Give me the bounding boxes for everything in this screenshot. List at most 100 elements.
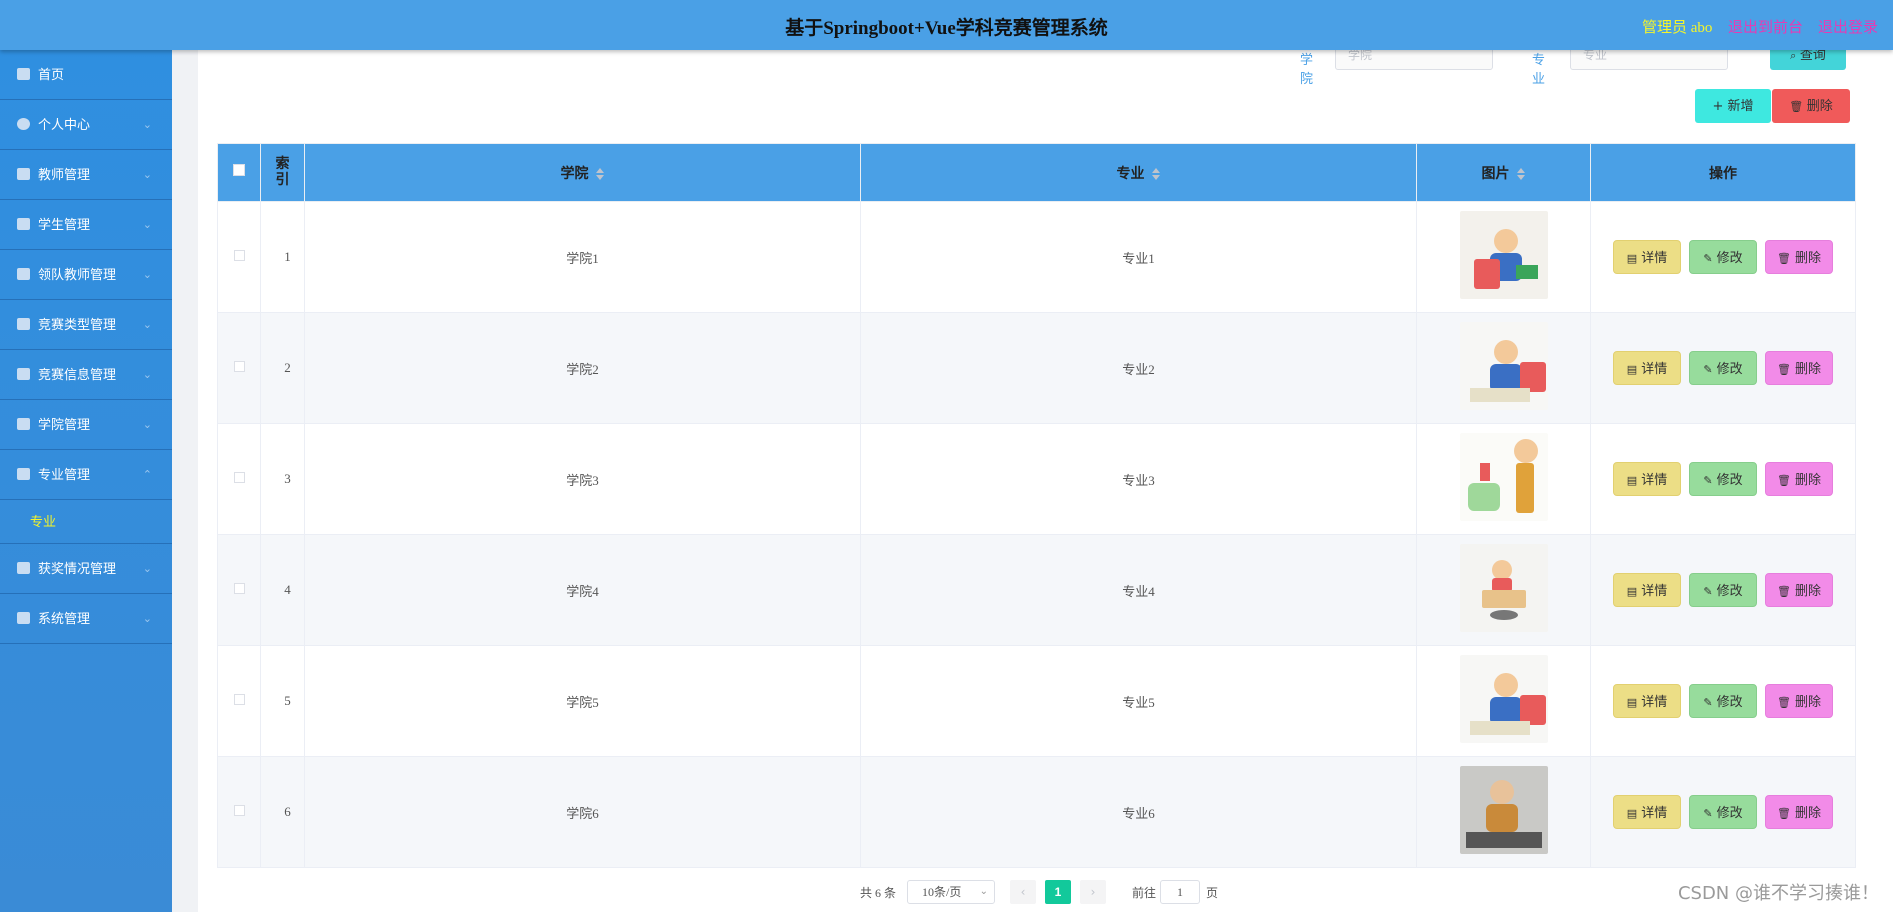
chevron-right-icon: › — [1090, 885, 1096, 899]
edit-button[interactable]: ✎ 修改 — [1689, 573, 1757, 607]
row-major: 专业1 — [860, 201, 1417, 313]
sidebar-item-students[interactable]: 学生管理 ⌄ — [0, 200, 172, 250]
sidebar-item-label: 专业管理 — [38, 467, 91, 482]
edit-button[interactable]: ✎ 修改 — [1689, 462, 1757, 496]
row-index: 5 — [260, 645, 305, 757]
sidebar-item-majors[interactable]: 专业管理 ⌃ — [0, 450, 172, 500]
sidebar-item-colleges[interactable]: 学院管理 ⌄ — [0, 400, 172, 450]
sidebar-item-label: 学院管理 — [38, 417, 91, 432]
row-image-cell — [1416, 756, 1591, 868]
sidebar-item-lead-teachers[interactable]: 领队教师管理 ⌄ — [0, 250, 172, 300]
col-major[interactable]: 专业 — [860, 143, 1417, 202]
books-stack — [1515, 265, 1538, 279]
row-image-cell — [1416, 534, 1591, 646]
search-icon: ⌕ — [1790, 49, 1800, 62]
detail-button[interactable]: ▤ 详情 — [1613, 684, 1681, 718]
detail-button[interactable]: ▤ 详情 — [1613, 462, 1681, 496]
goto-page-input[interactable]: 1 — [1160, 880, 1200, 904]
page-number-current[interactable]: 1 — [1045, 880, 1071, 904]
row-thumbnail[interactable] — [1459, 766, 1548, 854]
add-button[interactable]: + 新增 — [1695, 89, 1771, 123]
sidebar-item-contest-info[interactable]: 竞赛信息管理 ⌄ — [0, 350, 172, 400]
suitcase-icon — [17, 562, 30, 574]
trash-icon: 🗑 — [1789, 100, 1807, 113]
books-stack — [1465, 832, 1542, 848]
delete-button[interactable]: 🗑 删除 — [1765, 240, 1833, 274]
row-checkbox[interactable] — [233, 694, 245, 705]
edit-button[interactable]: ✎ 修改 — [1689, 795, 1757, 829]
row-checkbox[interactable] — [233, 805, 245, 816]
detail-button[interactable]: ▤ 详情 — [1613, 351, 1681, 385]
detail-button[interactable]: ▤ 详情 — [1613, 795, 1681, 829]
row-major: 专业3 — [860, 423, 1417, 535]
row-major: 专业5 — [860, 645, 1417, 757]
detail-button[interactable]: ▤ 详情 — [1613, 573, 1681, 607]
detail-button-label: 详情 — [1641, 694, 1668, 709]
logout-link[interactable]: 退出登录 — [1818, 16, 1878, 37]
chevron-down-icon: ⌄ — [142, 118, 152, 131]
delete-button-label: 删除 — [1794, 361, 1821, 376]
chevron-down-icon: ⌄ — [142, 168, 152, 181]
row-checkbox[interactable] — [233, 583, 245, 594]
figure-head — [1493, 340, 1518, 364]
trash-icon: 🗑 — [1777, 363, 1791, 376]
delete-button[interactable]: 🗑 删除 — [1765, 351, 1833, 385]
exit-to-front-link[interactable]: 退出到前台 — [1728, 16, 1803, 37]
pencil-icon: ✎ — [1703, 585, 1713, 598]
row-thumbnail[interactable] — [1459, 322, 1548, 410]
chevron-down-icon: ⌄ — [142, 268, 152, 281]
row-checkbox[interactable] — [233, 472, 245, 483]
select-all-checkbox[interactable] — [233, 164, 245, 176]
prev-page-button[interactable]: ‹ — [1010, 880, 1036, 904]
edit-button-label: 修改 — [1716, 250, 1743, 265]
edit-button[interactable]: ✎ 修改 — [1689, 240, 1757, 274]
row-thumbnail[interactable] — [1459, 211, 1548, 299]
col-index-label: 索引 — [275, 156, 290, 188]
row-thumbnail[interactable] — [1459, 544, 1548, 632]
batch-delete-button[interactable]: 🗑 删除 — [1772, 89, 1850, 123]
sidebar-item-teachers[interactable]: 教师管理 ⌄ — [0, 150, 172, 200]
chevron-up-icon: ⌃ — [142, 468, 152, 481]
edit-button[interactable]: ✎ 修改 — [1689, 351, 1757, 385]
ticket-icon — [17, 268, 30, 280]
sidebar-item-awards[interactable]: 获奖情况管理 ⌄ — [0, 544, 172, 594]
majors-table: 索引 学院 专业 图片 操作 1 学院1 专业1 ▤详情 ✎修改 🗑删除 — [217, 143, 1856, 868]
chevron-down-icon: ⌄ — [142, 612, 152, 625]
trash-icon: 🗑 — [1777, 585, 1791, 598]
sort-icon[interactable] — [1516, 167, 1526, 181]
col-college[interactable]: 学院 — [304, 143, 861, 202]
delete-button[interactable]: 🗑 删除 — [1765, 684, 1833, 718]
row-select-cell — [217, 423, 261, 535]
row-checkbox[interactable] — [233, 250, 245, 261]
document-icon: ▤ — [1626, 363, 1638, 376]
detail-button-label: 详情 — [1641, 805, 1668, 820]
delete-button[interactable]: 🗑 删除 — [1765, 462, 1833, 496]
row-actions: ▤ 详情 ✎ 修改 🗑 删除 — [1590, 534, 1856, 646]
next-page-button[interactable]: › — [1080, 880, 1106, 904]
delete-button[interactable]: 🗑 删除 — [1765, 573, 1833, 607]
row-index: 4 — [260, 534, 305, 646]
row-thumbnail[interactable] — [1459, 655, 1548, 743]
detail-button[interactable]: ▤ 详情 — [1613, 240, 1681, 274]
sidebar-item-label: 竞赛信息管理 — [38, 367, 117, 382]
detail-button-label: 详情 — [1641, 361, 1668, 376]
sort-icon[interactable] — [595, 167, 605, 181]
sidebar-item-system[interactable]: 系统管理 ⌄ — [0, 594, 172, 644]
page-size-select[interactable]: 10条/页 ⌄ — [907, 880, 995, 904]
sidebar-item-contest-types[interactable]: 竞赛类型管理 ⌄ — [0, 300, 172, 350]
delete-button[interactable]: 🗑 删除 — [1765, 795, 1833, 829]
sidebar-item-home[interactable]: 首页 — [0, 50, 172, 100]
submenu-item-major[interactable]: 专业 — [0, 500, 172, 544]
sort-icon[interactable] — [1151, 167, 1161, 181]
trash-icon: 🗑 — [1777, 474, 1791, 487]
pagination: 共 6 条 10条/页 ⌄ ‹ 1 › 前往 1 页 — [198, 880, 1893, 904]
sidebar-item-profile[interactable]: 个人中心 ⌄ — [0, 100, 172, 150]
row-thumbnail[interactable] — [1459, 433, 1548, 521]
row-image-cell — [1416, 645, 1591, 757]
col-image[interactable]: 图片 — [1416, 143, 1591, 202]
table-row: 2 学院2 专业2 ▤ 详情 ✎ 修改 🗑 删除 — [217, 312, 1856, 424]
edit-button[interactable]: ✎ 修改 — [1689, 684, 1757, 718]
chevron-down-icon: ⌄ — [142, 318, 152, 331]
row-college: 学院2 — [304, 312, 861, 424]
row-checkbox[interactable] — [233, 361, 245, 372]
